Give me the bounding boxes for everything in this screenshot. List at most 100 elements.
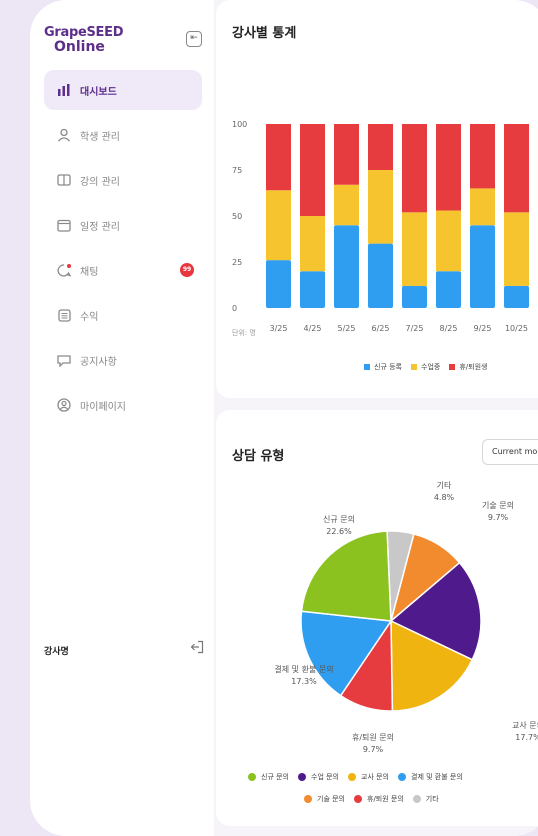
- collapse-sidebar-button[interactable]: ⇤: [186, 31, 202, 47]
- legend-label: 결제 및 환불 문의: [411, 773, 463, 781]
- consult-type-card: 상담 유형 Current month 기타4.8%기술 문의9.7%교사 문의…: [216, 410, 538, 826]
- legend-item-payment-inquiry: 결제 및 환불 문의: [398, 772, 463, 782]
- pie-slice-name: 기술 문의: [482, 500, 514, 510]
- bar-segment: [436, 124, 461, 211]
- bar-segment: [334, 225, 359, 308]
- pie-slice-pct: 4.8%: [434, 493, 455, 502]
- sidebar-item-students[interactable]: 학생 관리: [44, 115, 202, 155]
- legend-dot: [304, 795, 312, 803]
- pie-slice-name: 기타: [437, 481, 452, 490]
- pie-slice-name: 교사 문의: [512, 720, 538, 730]
- legend-swatch: [364, 364, 370, 370]
- sidebar-item-notices[interactable]: 공지사항: [44, 340, 202, 380]
- bar-segment: [504, 285, 529, 308]
- legend-item-leave-inquiry: 휴/퇴원 문의: [354, 794, 404, 804]
- bar-segment: [334, 124, 359, 185]
- sidebar-item-label: 강의 관리: [80, 176, 120, 188]
- legend-item-ongoing: 수업중: [411, 362, 440, 372]
- app-frame: GrapeSEED Online ⇤ 대시보드 학생 관리 강의 관리 일정 관…: [30, 0, 538, 836]
- profile-icon: [56, 397, 72, 413]
- sidebar-item-schedule[interactable]: 일정 관리: [44, 205, 202, 245]
- pie-slice-pct: 9.7%: [363, 745, 384, 754]
- bar-segment: [300, 271, 325, 308]
- pie-slice-pct: 17.7%: [515, 733, 538, 742]
- brand-line2: Online: [54, 39, 105, 55]
- instructor-stats-card: 강사별 통계 100 75 50 25 0 3/25 4/25 5/25 6/25 7/25 8/2…: [216, 0, 538, 398]
- legend-label: 교사 문의: [361, 773, 389, 781]
- bar-segment: [368, 124, 393, 170]
- sidebar-item-courses[interactable]: 강의 관리: [44, 160, 202, 200]
- legend-dot: [354, 795, 362, 803]
- x-tick-label: 10/25: [505, 324, 528, 333]
- bar-segment: [300, 124, 325, 216]
- sidebar-item-chat[interactable]: 채팅 99: [44, 250, 202, 290]
- user-icon: [56, 127, 72, 143]
- legend-label: 휴/퇴원 문의: [367, 795, 404, 803]
- logout-icon[interactable]: [190, 640, 204, 658]
- sidebar-item-dashboard[interactable]: 대시보드: [44, 70, 202, 110]
- instructor-name: 강사명: [44, 647, 69, 657]
- pie-slice-pct: 9.7%: [488, 513, 509, 522]
- unit-label: 단위: 명: [232, 329, 256, 337]
- bar-legend: 신규 등록 수업중 휴/퇴원생: [364, 362, 496, 372]
- stacked-bar-chart: 100 75 50 25 0 3/25 4/25 5/25 6/25 7/25 8/25 9/25 10…: [232, 120, 529, 333]
- y-tick-label: 0: [232, 304, 237, 313]
- sidebar-item-mypage[interactable]: 마이페이지: [44, 385, 202, 425]
- legend-label: 수업 문의: [311, 773, 339, 781]
- bar-cap: [504, 124, 529, 130]
- bar-segment: [300, 216, 325, 272]
- legend-item-leave: 휴/퇴원생: [449, 362, 487, 372]
- bar-segment: [470, 225, 495, 308]
- bar-cap: [470, 124, 495, 130]
- legend-dot: [412, 795, 421, 803]
- pie-slice-name: 결제 및 환불 문의: [274, 664, 333, 674]
- x-tick-label: 3/25: [270, 324, 288, 333]
- legend-dot: [348, 773, 356, 781]
- sidebar-item-label: 대시보드: [80, 86, 117, 98]
- book-icon: [56, 172, 72, 188]
- bar-segment: [504, 124, 529, 213]
- sidebar-item-label: 공지사항: [80, 356, 117, 368]
- legend-dot: [298, 773, 306, 781]
- x-tick-label: 4/25: [304, 324, 322, 333]
- legend-item-etc: 기타: [412, 794, 439, 804]
- bar-cap: [300, 124, 325, 130]
- bar-cap: [402, 124, 427, 130]
- notice-icon: [56, 352, 72, 368]
- bar-segment: [266, 260, 291, 308]
- bar-segment: [266, 124, 291, 191]
- bar-segment: [504, 212, 529, 286]
- legend-dot: [248, 773, 256, 781]
- legend-swatch: [411, 364, 417, 370]
- legend-item-class-inquiry: 수업 문의: [298, 772, 339, 782]
- bar-segment: [436, 271, 461, 308]
- y-tick-label: 100: [232, 120, 247, 129]
- legend-label: 기술 문의: [317, 795, 345, 803]
- bar-segment: [402, 124, 427, 213]
- pie-legend-row-1: 신규 문의 수업 문의 교사 문의 결제 및 환불 문의: [248, 772, 472, 782]
- sidebar-item-label: 학생 관리: [80, 131, 120, 143]
- pie-slice-name: 신규 문의: [323, 514, 355, 524]
- legend-label: 수업중: [421, 363, 441, 371]
- legend-item-tech-inquiry: 기술 문의: [304, 794, 345, 804]
- bar-segment: [402, 212, 427, 286]
- sidebar-item-label: 수익: [80, 311, 99, 323]
- pie-slice-pct: 17.3%: [291, 677, 317, 686]
- x-tick-label: 7/25: [406, 324, 424, 333]
- bar-cap: [436, 124, 461, 130]
- legend-item-new: 신규 등록: [364, 362, 402, 372]
- legend-swatch: [449, 364, 456, 370]
- legend-dot: [398, 773, 406, 781]
- sidebar-item-label: 일정 관리: [80, 221, 120, 233]
- bar-cap: [368, 124, 393, 130]
- bar-cap: [266, 124, 291, 130]
- sidebar-item-label: 채팅: [80, 266, 99, 278]
- y-tick-label: 50: [232, 212, 242, 221]
- x-tick-label: 6/25: [372, 324, 390, 333]
- pie-slice-name: 휴/퇴원 문의: [352, 732, 394, 742]
- brand-logo[interactable]: GrapeSEED Online: [44, 26, 124, 55]
- sidebar-item-revenue[interactable]: 수익: [44, 295, 202, 335]
- legend-item-teacher-inquiry: 교사 문의: [348, 772, 389, 782]
- pie-slice-pct: 22.6%: [326, 527, 352, 536]
- chat-icon: [56, 262, 72, 278]
